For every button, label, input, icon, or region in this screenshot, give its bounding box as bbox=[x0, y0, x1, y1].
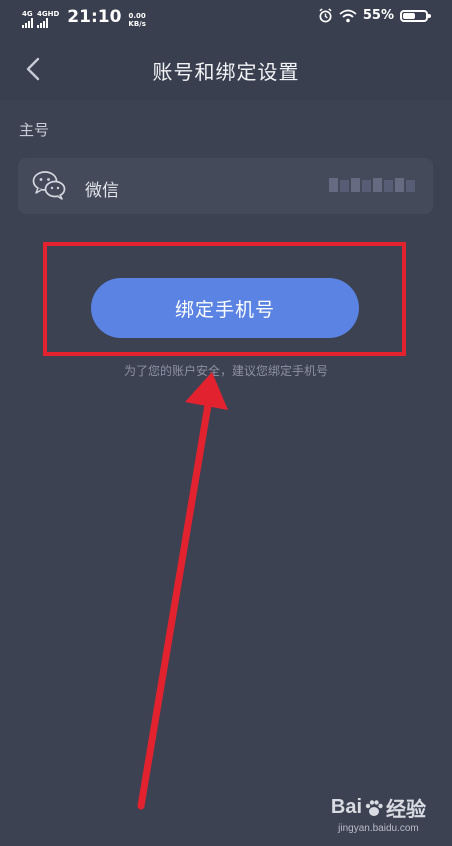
alarm-icon bbox=[319, 8, 332, 23]
clock: 21:10 bbox=[67, 7, 122, 27]
battery-icon bbox=[400, 9, 431, 22]
status-right: 55% bbox=[318, 8, 431, 23]
paw-icon bbox=[365, 799, 383, 816]
account-name: 微信 bbox=[85, 181, 119, 201]
signal-1: 4G bbox=[22, 10, 33, 28]
network-type-1: 4G bbox=[22, 10, 33, 18]
watermark-brand: Bai bbox=[330, 796, 362, 818]
nav-bar: 账号和绑定设置 bbox=[0, 36, 452, 100]
security-hint: 为了您的账户安全，建议您绑定手机号 bbox=[123, 364, 328, 378]
status-left: 4G 4GHD 21:10 0.00 KB/s bbox=[22, 6, 146, 28]
masked-account-id bbox=[329, 178, 415, 192]
speed-value: 0.00 bbox=[128, 12, 146, 20]
watermark-url: jingyan.baidu.com bbox=[338, 823, 419, 834]
network-type-2: 4GHD bbox=[37, 10, 60, 18]
primary-account-label: 主号 bbox=[19, 121, 50, 139]
watermark-brand-suffix: 经验 bbox=[386, 799, 426, 821]
status-bar: 4G 4GHD 21:10 0.00 KB/s 55% bbox=[0, 0, 452, 36]
page-title: 账号和绑定设置 bbox=[152, 60, 300, 84]
speed-unit: KB/s bbox=[128, 20, 146, 28]
wifi-icon bbox=[339, 9, 357, 22]
signal-bars-icon bbox=[22, 18, 33, 28]
wechat-icon bbox=[32, 171, 66, 200]
watermark-logo: Bai 经验 bbox=[331, 793, 426, 822]
signal-2: 4GHD bbox=[37, 10, 59, 28]
watermark: Bai 经验 jingyan.baidu.com bbox=[331, 793, 426, 834]
network-speed: 0.00 KB/s bbox=[128, 12, 145, 28]
annotation-arrow-icon bbox=[137, 372, 228, 810]
bind-phone-button[interactable]: 绑定手机号 bbox=[91, 278, 359, 338]
account-row-wechat[interactable]: 微信 bbox=[18, 158, 433, 214]
signal-bars-icon bbox=[37, 18, 48, 28]
battery-percent: 55% bbox=[362, 8, 394, 23]
